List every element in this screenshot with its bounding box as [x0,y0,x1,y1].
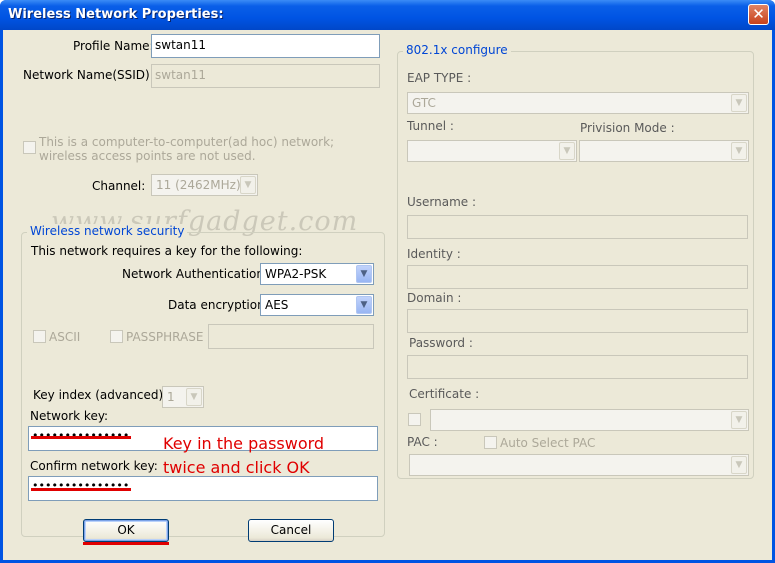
eap-type-select[interactable]: GTC ▼ [407,92,749,114]
identity-label: Identity : [407,247,461,261]
profile-name-label: Profile Name: [73,39,154,53]
tunnel-label: Tunnel : [407,119,454,133]
chevron-down-icon: ▼ [559,142,575,160]
encryption-label: Data encryption: [168,298,269,312]
adhoc-checkbox[interactable] [23,141,36,154]
ascii-checkbox[interactable] [33,330,46,343]
chevron-down-icon: ▼ [356,265,372,283]
ok-button[interactable]: OK [83,519,169,542]
key-index-value: 1 [167,390,175,404]
security-group-title: Wireless network security [27,224,188,238]
passphrase-checkbox[interactable] [110,330,123,343]
dot1x-group-title: 802.1x configure [403,43,511,57]
chevron-down-icon: ▼ [731,94,747,112]
dialog-window: Wireless Network Properties: ✕ Profile N… [0,0,775,563]
annotation-line-2: twice and click OK [163,458,310,477]
domain-label: Domain : [407,291,462,305]
username-label: Username : [407,195,477,209]
chevron-down-icon: ▼ [731,142,747,160]
pac-label: PAC : [407,435,438,449]
ok-underline [83,542,169,545]
confirm-key-underline [31,488,131,491]
pac-select[interactable]: ▼ [409,454,749,476]
ssid-label: Network Name(SSID): [23,68,154,82]
close-icon: ✕ [752,5,765,23]
ascii-label: ASCII [49,330,81,344]
auto-select-pac-checkbox[interactable] [484,436,497,449]
channel-select[interactable]: 11 (2462MHz) ▼ [151,174,258,196]
tunnel-select[interactable]: ▼ [407,140,577,162]
provision-mode-label: Privision Mode : [580,121,675,135]
domain-input[interactable] [407,309,748,333]
profile-name-input[interactable]: swtan11 [151,34,380,58]
certificate-checkbox[interactable] [408,413,421,426]
dialog-client-area: Profile Name: swtan11 Network Name(SSID)… [3,30,772,560]
channel-label: Channel: [92,179,146,193]
encryption-select[interactable]: AES ▼ [260,294,374,316]
close-button[interactable]: ✕ [748,4,769,25]
encryption-value: AES [265,298,289,312]
ssid-input[interactable]: swtan11 [151,64,380,88]
network-key-label: Network key: [30,409,109,423]
annotation-line-1: Key in the password [163,434,325,453]
security-intro-text: This network requires a key for the foll… [31,244,303,258]
passphrase-input[interactable] [208,324,374,349]
auto-select-pac-label: Auto Select PAC [500,436,596,450]
password-label: Password : [409,336,473,350]
adhoc-label: This is a computer-to-computer(ad hoc) n… [39,135,335,163]
chevron-down-icon: ▼ [186,388,202,406]
channel-value: 11 (2462MHz) [156,178,241,192]
network-key-underline [31,436,131,439]
auth-select[interactable]: WPA2-PSK ▼ [260,263,374,285]
identity-input[interactable] [407,265,748,289]
title-bar: Wireless Network Properties: ✕ [0,0,775,30]
cancel-button[interactable]: Cancel [248,519,334,542]
chevron-down-icon: ▼ [731,411,747,429]
confirm-key-label: Confirm network key: [30,459,158,473]
chevron-down-icon: ▼ [356,296,372,314]
auth-label: Network Authentication: [122,267,269,281]
provision-mode-select[interactable]: ▼ [579,140,749,162]
eap-type-label: EAP TYPE : [407,71,472,85]
window-title: Wireless Network Properties: [8,7,224,22]
certificate-label: Certificate : [409,387,480,401]
key-index-label: Key index (advanced): [33,388,168,402]
chevron-down-icon: ▼ [731,456,747,474]
auth-value: WPA2-PSK [265,267,327,281]
username-input[interactable] [407,215,748,239]
key-index-select[interactable]: 1 ▼ [162,386,204,408]
certificate-select[interactable]: ▼ [430,409,749,431]
chevron-down-icon: ▼ [240,176,256,194]
eap-type-value: GTC [412,96,436,110]
password-input[interactable] [407,355,748,379]
passphrase-label: PASSPHRASE [126,330,204,344]
